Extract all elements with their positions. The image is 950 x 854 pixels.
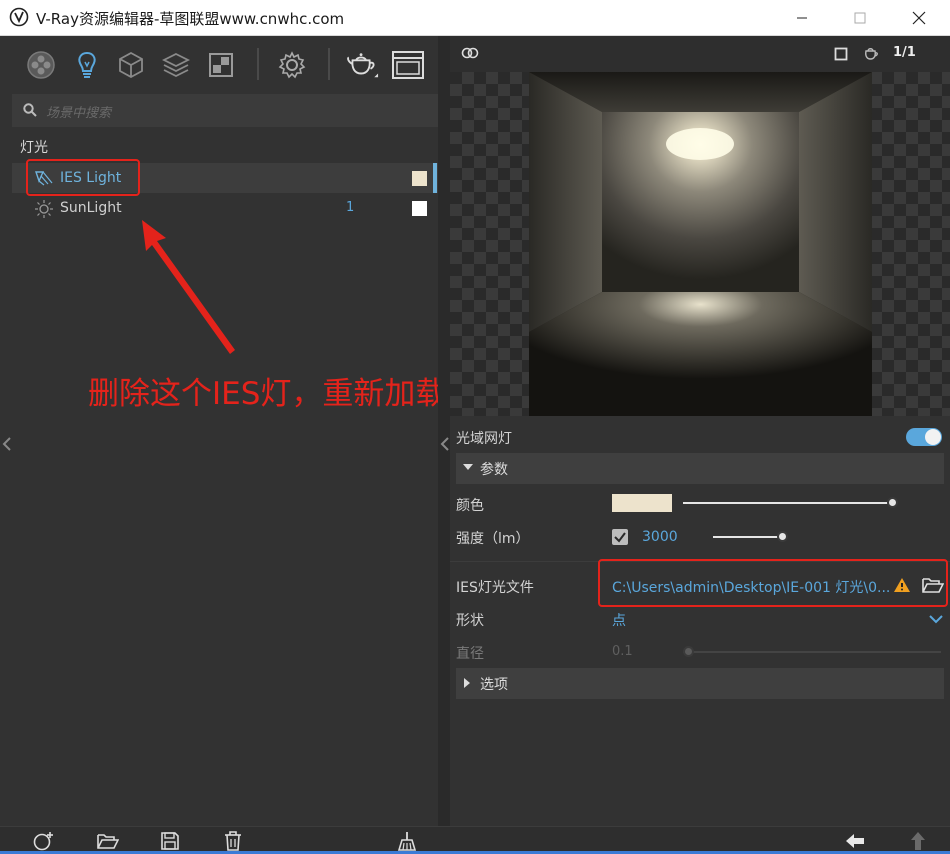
selection-indicator xyxy=(433,163,437,193)
layers-tab[interactable] xyxy=(159,48,193,82)
options-section-header[interactable]: 选项 xyxy=(456,668,944,699)
preview-render-image xyxy=(529,72,872,416)
preview-ratio[interactable]: 1/1 xyxy=(893,45,916,60)
intensity-slider-knob[interactable] xyxy=(777,531,788,542)
lights-icon xyxy=(78,51,96,78)
expanded-arrow-icon xyxy=(463,464,473,470)
preview-plane-icon[interactable] xyxy=(834,47,848,61)
close-button[interactable] xyxy=(904,6,934,30)
add-light-button[interactable] xyxy=(33,831,55,851)
bottom-toolbar xyxy=(0,826,950,854)
open-file-button[interactable] xyxy=(97,831,119,851)
search-icon xyxy=(23,103,37,117)
purge-button[interactable] xyxy=(396,831,418,851)
light-type-label: 光域网灯 xyxy=(456,431,512,447)
render-elements-icon xyxy=(209,53,233,77)
arrow-left-icon xyxy=(846,834,864,848)
window-titlebar: V-Ray资源编辑器-草图联盟www.cnwhc.com xyxy=(0,0,950,36)
teapot-render-icon xyxy=(347,53,379,78)
ies-file-label: IES灯光文件 xyxy=(456,580,534,596)
category-lights-label: 灯光 xyxy=(20,140,48,156)
save-button[interactable] xyxy=(159,831,181,851)
preview-settings-icon[interactable] xyxy=(460,45,480,61)
frame-buffer-icon xyxy=(392,51,424,79)
intensity-slider-fill xyxy=(713,536,783,538)
color-slider-knob[interactable] xyxy=(887,497,898,508)
parameters-section-header[interactable]: 参数 xyxy=(456,453,944,484)
intensity-checkbox[interactable] xyxy=(612,529,628,545)
toggle-knob xyxy=(925,429,941,445)
diameter-value: 0.1 xyxy=(612,644,633,659)
check-icon xyxy=(614,532,626,543)
settings-tab[interactable] xyxy=(275,48,309,82)
intensity-label: 强度（lm） xyxy=(456,531,530,547)
scene-search[interactable]: 场景中搜索 xyxy=(12,94,438,127)
light-name: SunLight xyxy=(60,200,122,216)
materials-tab[interactable] xyxy=(24,48,58,82)
open-folder-icon xyxy=(97,834,119,849)
up-button[interactable] xyxy=(907,831,929,851)
preview-toolbar: 1/1 xyxy=(450,36,950,72)
back-button[interactable] xyxy=(844,831,866,851)
collapsed-arrow-icon xyxy=(464,678,470,688)
color-swatch[interactable] xyxy=(612,494,672,512)
intensity-value[interactable]: 3000 xyxy=(642,529,678,545)
preview-teapot-icon[interactable] xyxy=(862,45,880,61)
light-properties: 光域网灯 参数 颜色 强度（lm） 3000 IES灯光文件 C:\Users\… xyxy=(450,420,950,826)
frame-buffer-button[interactable] xyxy=(391,48,425,82)
light-instance-count: 1 xyxy=(346,200,355,215)
geometry-icon xyxy=(119,51,143,79)
toolbar-separator xyxy=(328,48,330,80)
trash-icon xyxy=(225,831,241,851)
maximize-icon xyxy=(854,12,866,24)
light-preview-render xyxy=(529,72,872,416)
window-title: V-Ray资源编辑器-草图联盟www.cnwhc.com xyxy=(36,10,345,28)
light-color-swatch xyxy=(412,171,427,186)
collapse-left-icon[interactable] xyxy=(2,436,12,452)
render-elements-tab[interactable] xyxy=(204,48,238,82)
annotation-arrow-icon xyxy=(142,220,235,354)
minimize-button[interactable] xyxy=(787,6,817,30)
panel-divider[interactable] xyxy=(438,36,450,826)
material-preview-area xyxy=(450,72,950,416)
light-color-swatch xyxy=(412,201,427,216)
toolbar-separator xyxy=(257,48,259,80)
parameters-section-title: 参数 xyxy=(480,462,508,478)
scene-outliner-panel: 场景中搜索 灯光 IES Light SunLight 1 xyxy=(0,36,445,826)
properties-panel: 1/1 光域网灯 参数 颜色 强度（lm） 3000 IES灯光文件 C:\Us… xyxy=(450,36,950,826)
maximize-button[interactable] xyxy=(845,6,875,30)
asset-type-toolbar xyxy=(0,36,445,94)
materials-icon xyxy=(27,51,55,79)
gear-icon xyxy=(278,51,306,79)
minimize-icon xyxy=(797,17,807,19)
options-section-title: 选项 xyxy=(480,677,508,693)
lights-tab[interactable] xyxy=(70,48,104,82)
diameter-slider-track xyxy=(683,651,941,653)
chevron-down-icon[interactable] xyxy=(929,614,943,624)
diameter-label: 直径 xyxy=(456,646,484,662)
geometry-tab[interactable] xyxy=(114,48,148,82)
vray-logo-icon xyxy=(9,7,29,27)
shape-label: 形状 xyxy=(456,613,484,629)
close-icon xyxy=(912,11,926,25)
add-asset-icon xyxy=(33,832,53,851)
color-label: 颜色 xyxy=(456,498,484,514)
search-placeholder: 场景中搜索 xyxy=(46,106,112,121)
delete-button[interactable] xyxy=(222,831,244,851)
save-icon xyxy=(161,832,179,850)
collapse-right-icon[interactable] xyxy=(440,436,450,452)
arrow-up-icon xyxy=(911,832,925,850)
broom-icon xyxy=(397,832,417,851)
render-button[interactable] xyxy=(345,48,379,82)
ies-light-highlight-box xyxy=(26,159,140,196)
color-slider-fill xyxy=(683,502,893,504)
layers-icon xyxy=(161,52,191,78)
light-enable-toggle[interactable] xyxy=(906,428,942,446)
diameter-slider-knob xyxy=(683,646,694,657)
ies-file-highlight-box xyxy=(598,559,948,607)
sun-icon xyxy=(35,200,53,218)
shape-dropdown-value[interactable]: 点 xyxy=(612,610,626,630)
